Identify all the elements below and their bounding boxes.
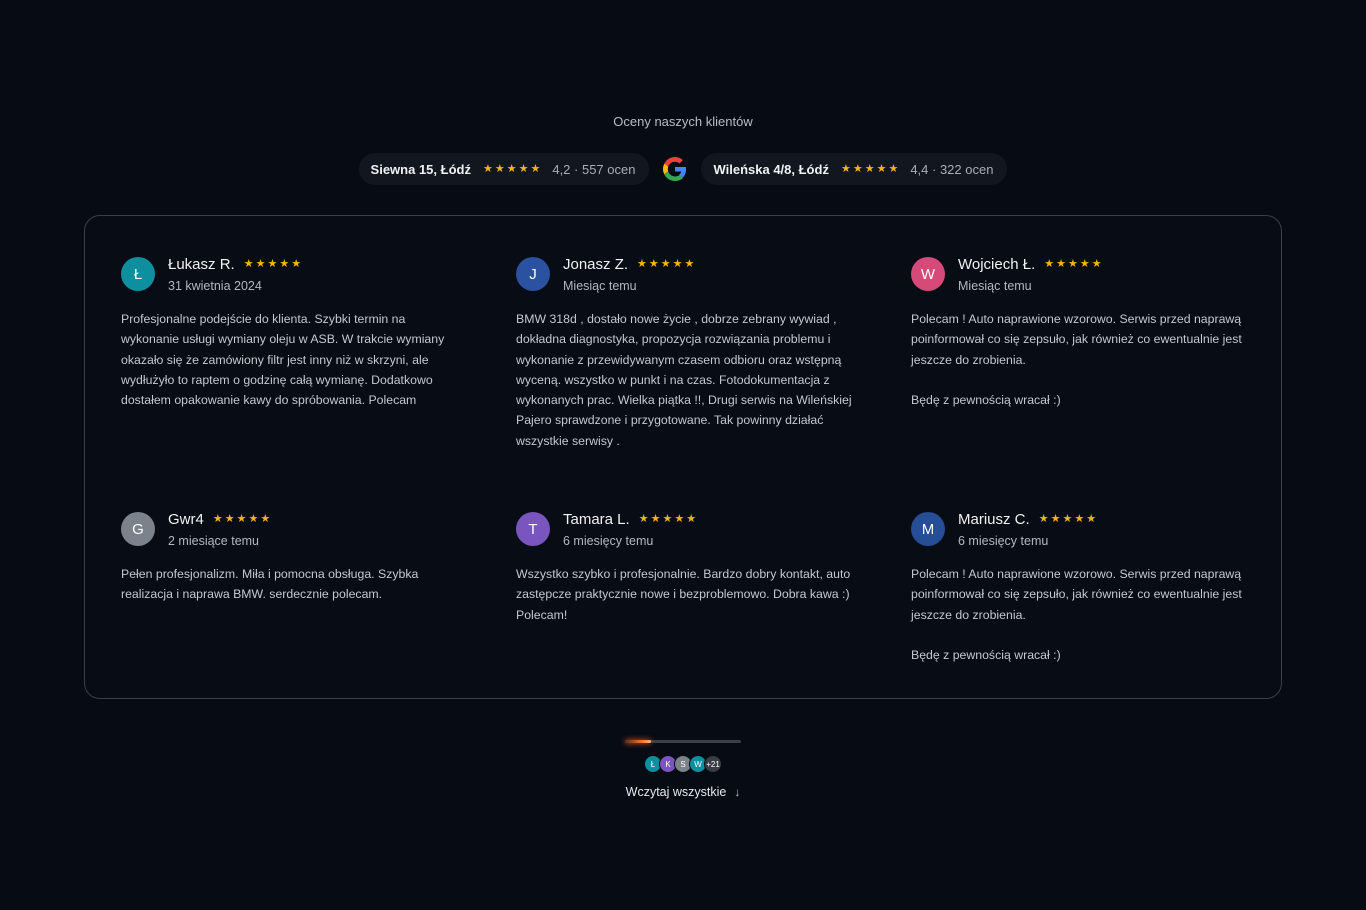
star-icon: ★ (864, 162, 875, 175)
avatar: Ł (121, 257, 155, 291)
star-rating: ★ ★ ★ ★ ★ (244, 259, 301, 270)
star-icon: ★ (279, 258, 290, 270)
star-icon: ★ (1074, 513, 1085, 525)
star-rating: ★ ★ ★ ★ ★ (1044, 259, 1101, 270)
reviewer-name: Tamara L. (563, 511, 630, 528)
review-card: Ł Łukasz R. ★ ★ ★ ★ ★ 31 kwietnia 2024 Profe… (121, 256, 466, 410)
star-icon: ★ (248, 513, 259, 525)
star-icon: ★ (1062, 513, 1073, 525)
review-card: W Wojciech Ł. ★ ★ ★ ★ ★ Miesiąc temu Polecam… (911, 256, 1256, 410)
reviewer-name: Łukasz R. (168, 256, 235, 273)
star-icon: ★ (638, 513, 649, 525)
star-rating: ★ ★ ★ ★ ★ (840, 162, 899, 175)
reviewer-name: Gwr4 (168, 511, 204, 528)
reviews-card: Ł Łukasz R. ★ ★ ★ ★ ★ 31 kwietnia 2024 Profe… (84, 215, 1282, 699)
review-date: 6 miesięcy temu (563, 534, 654, 548)
load-more-section: Ł K S W +21 Wczytaj wszystkie ↓ (0, 740, 1366, 799)
star-icon: ★ (660, 258, 671, 270)
location-score: 4,4 · 322 ocen (910, 161, 994, 177)
star-icon: ★ (482, 162, 493, 175)
review-text: Pełen profesjonalizm. Miła i pomocna obs… (121, 567, 419, 602)
review-text: BMW 318d , dostało nowe życie , dobrze z… (516, 312, 852, 448)
review-card: G Gwr4 ★ ★ ★ ★ ★ 2 miesiące temu Pełen profe… (121, 511, 466, 605)
review-date: 2 miesiące temu (168, 534, 260, 548)
reviewer-name: Mariusz C. (958, 511, 1030, 528)
star-icon: ★ (212, 513, 223, 525)
star-icon: ★ (518, 162, 529, 175)
star-rating: ★ ★ ★ ★ ★ (639, 514, 696, 525)
location-score: 4,2 · 557 ocen (552, 161, 636, 177)
avatar: W (911, 257, 945, 291)
star-icon: ★ (260, 513, 271, 525)
star-icon: ★ (876, 162, 887, 175)
section-heading: Oceny naszych klientów (613, 114, 753, 129)
star-icon: ★ (494, 162, 505, 175)
load-all-label: Wczytaj wszystkie (625, 785, 727, 799)
reviewer-name: Jonasz Z. (563, 256, 629, 273)
review-text: Wszystko szybko i profesjonalnie. Bardzo… (516, 567, 851, 622)
star-icon: ★ (1038, 513, 1049, 525)
star-icon: ★ (291, 258, 302, 270)
star-icon: ★ (1091, 258, 1102, 270)
review-date: 6 miesięcy temu (958, 534, 1049, 548)
star-icon: ★ (1056, 258, 1067, 270)
star-icon: ★ (506, 162, 517, 175)
star-icon: ★ (1079, 258, 1090, 270)
review-text: Profesjonalne podejście do klienta. Szyb… (121, 312, 445, 408)
review-date: 31 kwietnia 2024 (168, 279, 262, 293)
star-icon: ★ (224, 513, 235, 525)
ratings-row: Siewna 15, Łódź ★ ★ ★ ★ ★ 4,2 · 557 ocen Wil… (0, 153, 1366, 185)
star-icon: ★ (840, 162, 851, 175)
star-rating: ★ ★ ★ ★ ★ (1039, 514, 1096, 525)
star-icon: ★ (1086, 513, 1097, 525)
review-text: Polecam ! Auto naprawione wzorowo. Serwi… (911, 567, 1242, 663)
star-rating: ★ ★ ★ ★ ★ (637, 259, 694, 270)
load-all-button[interactable]: Wczytaj wszystkie ↓ (626, 785, 741, 799)
star-rating: ★ ★ ★ ★ ★ (213, 514, 270, 525)
avatar: J (516, 257, 550, 291)
star-icon: ★ (255, 258, 266, 270)
mini-avatar-stack: Ł K S W +21 (644, 755, 722, 773)
star-icon: ★ (662, 513, 673, 525)
rating-pill-siewna[interactable]: Siewna 15, Łódź ★ ★ ★ ★ ★ 4,2 · 557 ocen (358, 153, 650, 185)
star-icon: ★ (684, 258, 695, 270)
star-icon: ★ (672, 258, 683, 270)
avatar: G (121, 512, 155, 546)
star-icon: ★ (888, 162, 899, 175)
star-icon: ★ (236, 513, 247, 525)
progress-track (625, 740, 741, 743)
star-rating: ★ ★ ★ ★ ★ (482, 162, 541, 175)
review-card: T Tamara L. ★ ★ ★ ★ ★ 6 miesięcy temu Wszyst… (516, 511, 861, 625)
star-icon: ★ (637, 258, 647, 270)
star-icon: ★ (1050, 513, 1061, 525)
star-icon: ★ (267, 258, 278, 270)
star-icon: ★ (686, 513, 697, 525)
avatar: M (911, 512, 945, 546)
google-logo-icon (663, 157, 687, 181)
review-text: Polecam ! Auto naprawione wzorowo. Serwi… (911, 312, 1242, 408)
review-card: M Mariusz C. ★ ★ ★ ★ ★ 6 miesięcy temu Polec… (911, 511, 1256, 665)
review-card: J Jonasz Z. ★ ★ ★ ★ ★ Miesiąc temu BMW 318d … (516, 256, 861, 451)
location-name: Wileńska 4/8, Łódź (713, 161, 829, 177)
star-icon: ★ (1068, 258, 1078, 270)
star-icon: ★ (674, 513, 685, 525)
reviewer-name: Wojciech Ł. (958, 256, 1036, 273)
review-date: Miesiąc temu (563, 279, 637, 293)
progress-fill (625, 740, 651, 743)
star-icon: ★ (648, 258, 659, 270)
review-date: Miesiąc temu (958, 279, 1032, 293)
star-icon: ★ (650, 513, 661, 525)
star-icon: ★ (530, 162, 541, 175)
rating-pill-wilenska[interactable]: Wileńska 4/8, Łódź ★ ★ ★ ★ ★ 4,4 · 322 ocen (701, 153, 1008, 185)
star-icon: ★ (243, 258, 254, 270)
star-icon: ★ (1044, 258, 1055, 270)
star-icon: ★ (852, 162, 863, 175)
arrow-down-icon: ↓ (734, 785, 741, 799)
mini-avatar-more: +21 (704, 755, 722, 773)
location-name: Siewna 15, Łódź (370, 161, 471, 177)
avatar: T (516, 512, 550, 546)
